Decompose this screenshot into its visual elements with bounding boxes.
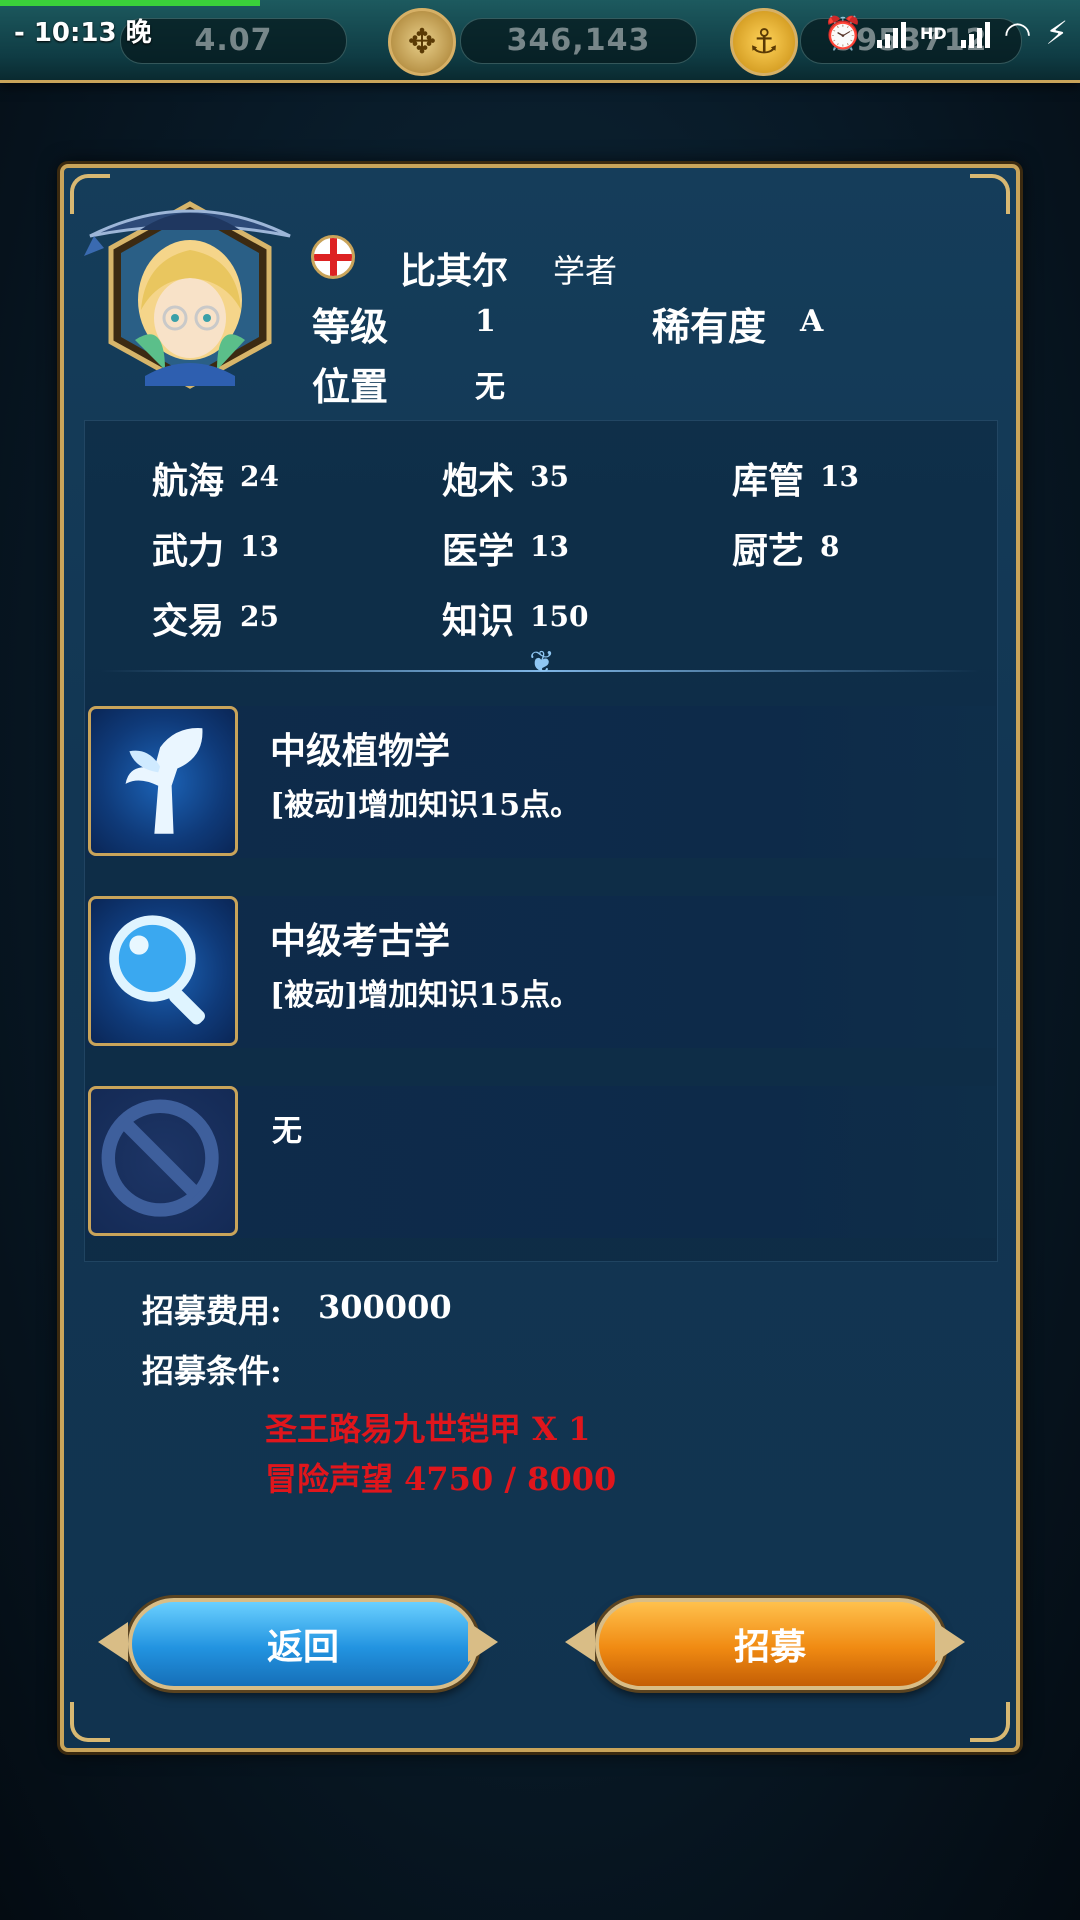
recruit-condition-reputation: 冒险声望 4750 / 8000 xyxy=(265,1460,617,1498)
recruit-cost-value: 300000 xyxy=(318,1288,452,1326)
attr-name: 航海 xyxy=(152,460,225,502)
attr-name: 厨艺 xyxy=(732,530,805,572)
england-flag-icon xyxy=(311,235,355,279)
magnifier-icon[interactable] xyxy=(88,896,238,1046)
skill-desc: [被动]增加知识15点。 xyxy=(270,978,581,1013)
attr-value: 8 xyxy=(820,530,840,563)
network-type: HD xyxy=(919,23,947,43)
anchor-coin-icon[interactable]: ⚓ xyxy=(730,8,798,76)
attr-value: 150 xyxy=(530,600,589,633)
signal-icon xyxy=(876,18,906,48)
charging-icon: ⚡ xyxy=(1045,14,1068,52)
skill-title: 中级考古学 xyxy=(270,920,451,962)
corner-ornament xyxy=(70,1702,110,1742)
rarity-label: 稀有度 xyxy=(652,304,767,349)
attr-value: 24 xyxy=(240,460,279,493)
forbidden-icon[interactable] xyxy=(88,1086,238,1236)
system-icons: ⏰ HD ◠ ⚡ xyxy=(823,10,1068,56)
recruit-button-label: 招募 xyxy=(733,1626,806,1668)
clock-time: 10:13 xyxy=(33,18,117,48)
attr-name: 炮术 xyxy=(442,460,515,502)
level-label: 等级 xyxy=(312,304,389,349)
sprout-icon[interactable] xyxy=(88,706,238,856)
recruit-button[interactable]: 招募 xyxy=(595,1598,945,1690)
divider-ornament-icon: ❦ xyxy=(529,645,555,680)
recruit-cost-label: 招募费用: xyxy=(142,1292,282,1330)
attr-value: 13 xyxy=(240,530,279,563)
progress-strip xyxy=(0,0,260,6)
corner-ornament xyxy=(970,174,1010,214)
attr-value: 13 xyxy=(530,530,569,563)
back-button[interactable]: 返回 xyxy=(128,1598,478,1690)
skill-title: 中级植物学 xyxy=(270,730,451,772)
attr-value: 35 xyxy=(530,460,569,493)
skill-desc: [被动]增加知识15点。 xyxy=(270,788,581,823)
resource-bar: 4.07 ✥ 346,143 ⚓ 9953712 - 10:13 晚 ⏰ HD … xyxy=(0,0,1080,83)
scholar-hat xyxy=(84,209,291,256)
skill-title: 无 xyxy=(272,1114,302,1149)
position-label: 位置 xyxy=(312,364,389,409)
left-resource-value: 4.07 xyxy=(120,18,347,64)
attr-name: 知识 xyxy=(442,600,515,642)
level-value: 1 xyxy=(475,304,496,339)
wifi-icon: ◠ xyxy=(1003,14,1032,52)
recruit-condition-label: 招募条件: xyxy=(142,1352,282,1390)
corner-ornament xyxy=(970,1702,1010,1742)
character-name: 比其尔 xyxy=(400,250,509,292)
rarity-value: A xyxy=(800,304,824,339)
gold-value: 346,143 xyxy=(460,18,697,64)
compass-icon[interactable]: ✥ xyxy=(388,8,456,76)
position-value: 无 xyxy=(475,370,505,405)
attr-name: 库管 xyxy=(732,460,805,502)
signal-icon-2 xyxy=(960,18,990,48)
character-job: 学者 xyxy=(553,252,618,290)
attr-name: 交易 xyxy=(152,600,225,642)
attr-name: 医学 xyxy=(442,530,515,572)
clock: - 10:13 晚 xyxy=(14,18,152,48)
attr-name: 武力 xyxy=(152,530,225,572)
attr-value: 13 xyxy=(820,460,859,493)
recruit-condition-item: 圣王路易九世铠甲 X 1 xyxy=(265,1410,591,1448)
clock-period: 晚 xyxy=(125,18,152,48)
alarm-icon: ⏰ xyxy=(823,14,863,52)
attr-value: 25 xyxy=(240,600,279,633)
back-button-label: 返回 xyxy=(266,1626,339,1668)
